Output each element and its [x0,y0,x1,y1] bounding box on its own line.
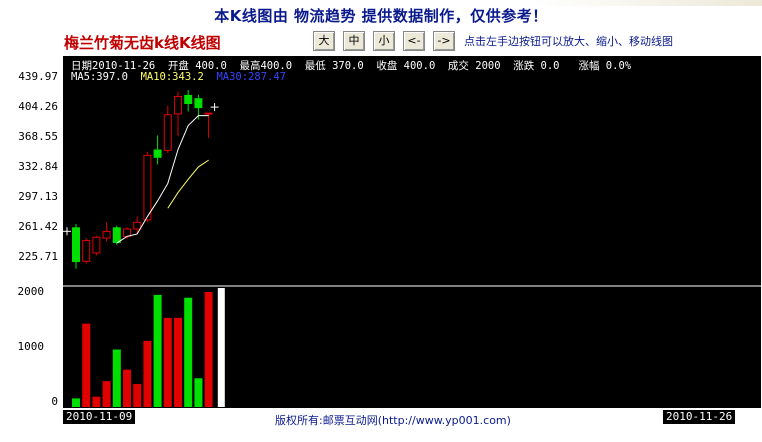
candle-body-up [123,228,131,237]
volume-bar [133,384,142,407]
volume-bar [174,317,182,407]
candle-body-up [174,96,182,115]
ma10-line [167,159,209,209]
candle-body-down [153,149,162,158]
volume-bar [194,378,203,407]
volume-bar [153,294,162,407]
candle-body-up [133,221,142,230]
candle-body-up [204,112,213,115]
candle-body-up [82,240,91,262]
volume-bar [72,398,80,407]
volume-bar [163,317,172,407]
volume-bar [204,292,213,407]
volume-bar [143,340,152,407]
end-date-label: 2010-11-26 [663,410,736,424]
volume-bar [123,369,131,407]
volume-bar [102,381,111,407]
volume-bar [92,396,101,407]
candle-body-up [92,236,101,254]
candle-body-up [163,114,172,151]
candle-body-down [184,94,193,104]
ma5-line [116,115,209,244]
copyright-text: 版权所有:邮票互动网(http://www.yp001.com) [275,414,511,427]
candle-body-up [102,230,111,239]
kline-svg [63,89,761,407]
candle-body-down [72,227,80,263]
start-date-label: 2010-11-09 [63,410,136,424]
candle-body-up [143,154,152,221]
volume-bar [184,297,193,407]
volume-bar [112,349,121,407]
volume-bar [82,323,91,407]
cursor-bar [217,288,225,407]
candle-body-down [194,98,203,109]
